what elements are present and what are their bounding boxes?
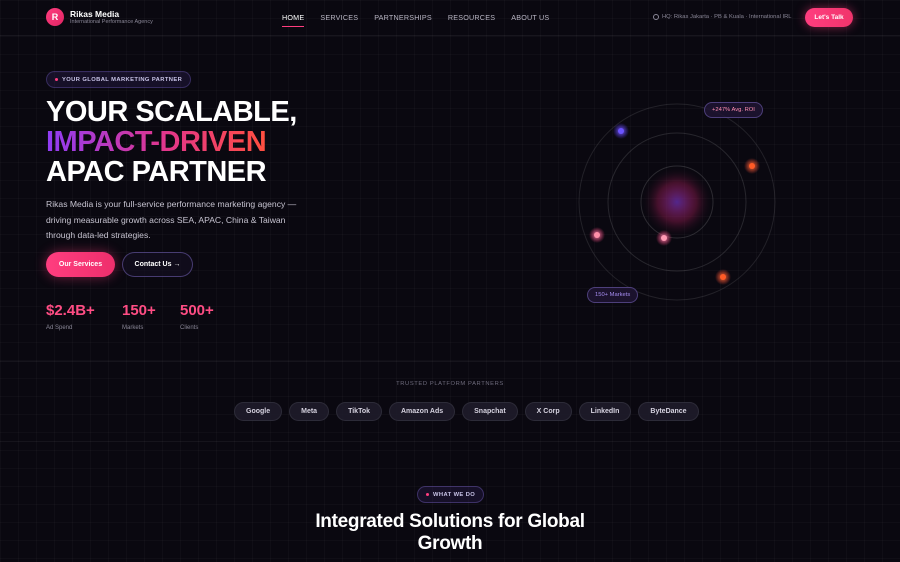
brand-name[interactable]: Rikas Media [70, 9, 119, 19]
section-divider [0, 361, 900, 362]
nav-links: HOME SERVICES PARTNERSHIPS RESOURCES ABO… [282, 13, 549, 27]
stat-ad-spend-label: Ad Spend [46, 325, 73, 331]
hero-title-line-1: YOUR SCALABLE, [46, 96, 297, 128]
section-title: Integrated Solutions for Global Growth [300, 511, 600, 555]
what-we-do-badge: WHAT WE DO [417, 486, 485, 503]
partner-x-corp[interactable]: X Corp [524, 402, 572, 421]
section-title-line-1: Integrated Solutions for Global [315, 511, 585, 532]
lets-talk-button[interactable]: Let's Talk [805, 8, 853, 27]
our-services-button[interactable]: Our Services [46, 252, 115, 277]
brand-tagline: International Performance Agency [70, 19, 153, 25]
nav-item-resources[interactable]: RESOURCES [448, 13, 495, 22]
hero-title-line-2: IMPACT-DRIVEN [46, 126, 267, 158]
hero-title-line-3: APAC PARTNER [46, 156, 267, 188]
partner-meta[interactable]: Meta [289, 402, 330, 421]
partner-amazon-ads[interactable]: Amazon Ads [389, 402, 456, 421]
nav-item-home[interactable]: HOME [282, 13, 305, 27]
stat-markets-label: Markets [122, 325, 144, 331]
partners-title: TRUSTED PLATFORM PARTNERS [396, 381, 504, 387]
partner-snapchat[interactable]: Snapchat [462, 402, 518, 421]
hq-text: HQ: Rikas Jakarta · PB & Kuala · Interna… [662, 14, 792, 20]
hero-eyebrow-text: YOUR GLOBAL MARKETING PARTNER [62, 76, 183, 83]
hq-info: HQ: Rikas Jakarta · PB & Kuala · Interna… [653, 14, 792, 20]
stat-clients-value: 500+ [180, 302, 214, 319]
clock-icon [653, 14, 659, 20]
nav-item-partnerships[interactable]: PARTNERSHIPS [374, 13, 432, 22]
hero-eyebrow-badge: YOUR GLOBAL MARKETING PARTNER [46, 71, 192, 88]
contact-us-button[interactable]: Contact Us → [122, 252, 193, 277]
hero-description: Rikas Media is your full-service perform… [46, 199, 297, 240]
partner-linkedin[interactable]: LinkedIn [578, 402, 632, 421]
dot-icon [426, 493, 429, 496]
section-title-line-2: Growth [417, 533, 483, 554]
orbit-core [640, 165, 714, 239]
top-nav: R Rikas Media International Performance … [0, 0, 900, 36]
stat-clients-label: Clients [180, 325, 199, 331]
markets-badge: 150+ Markets [587, 287, 639, 303]
brand-logo[interactable]: R [46, 8, 64, 26]
what-we-do-text: WHAT WE DO [433, 491, 476, 498]
partner-tiktok[interactable]: TikTok [336, 402, 382, 421]
partner-bytedance[interactable]: ByteDance [638, 402, 699, 421]
stat-ad-spend-value: $2.4B+ [46, 302, 95, 319]
section-divider [0, 441, 900, 442]
nav-item-services[interactable]: SERVICES [320, 13, 358, 22]
partners-list: Google Meta TikTok Amazon Ads Snapchat X… [234, 402, 699, 421]
nav-item-about-us[interactable]: ABOUT US [511, 13, 549, 22]
partner-google[interactable]: Google [234, 402, 283, 421]
orbit-graphic [578, 103, 776, 301]
stat-markets-value: 150+ [122, 302, 156, 319]
dot-icon [55, 78, 58, 81]
roi-badge: +247% Avg. ROI [704, 102, 763, 118]
